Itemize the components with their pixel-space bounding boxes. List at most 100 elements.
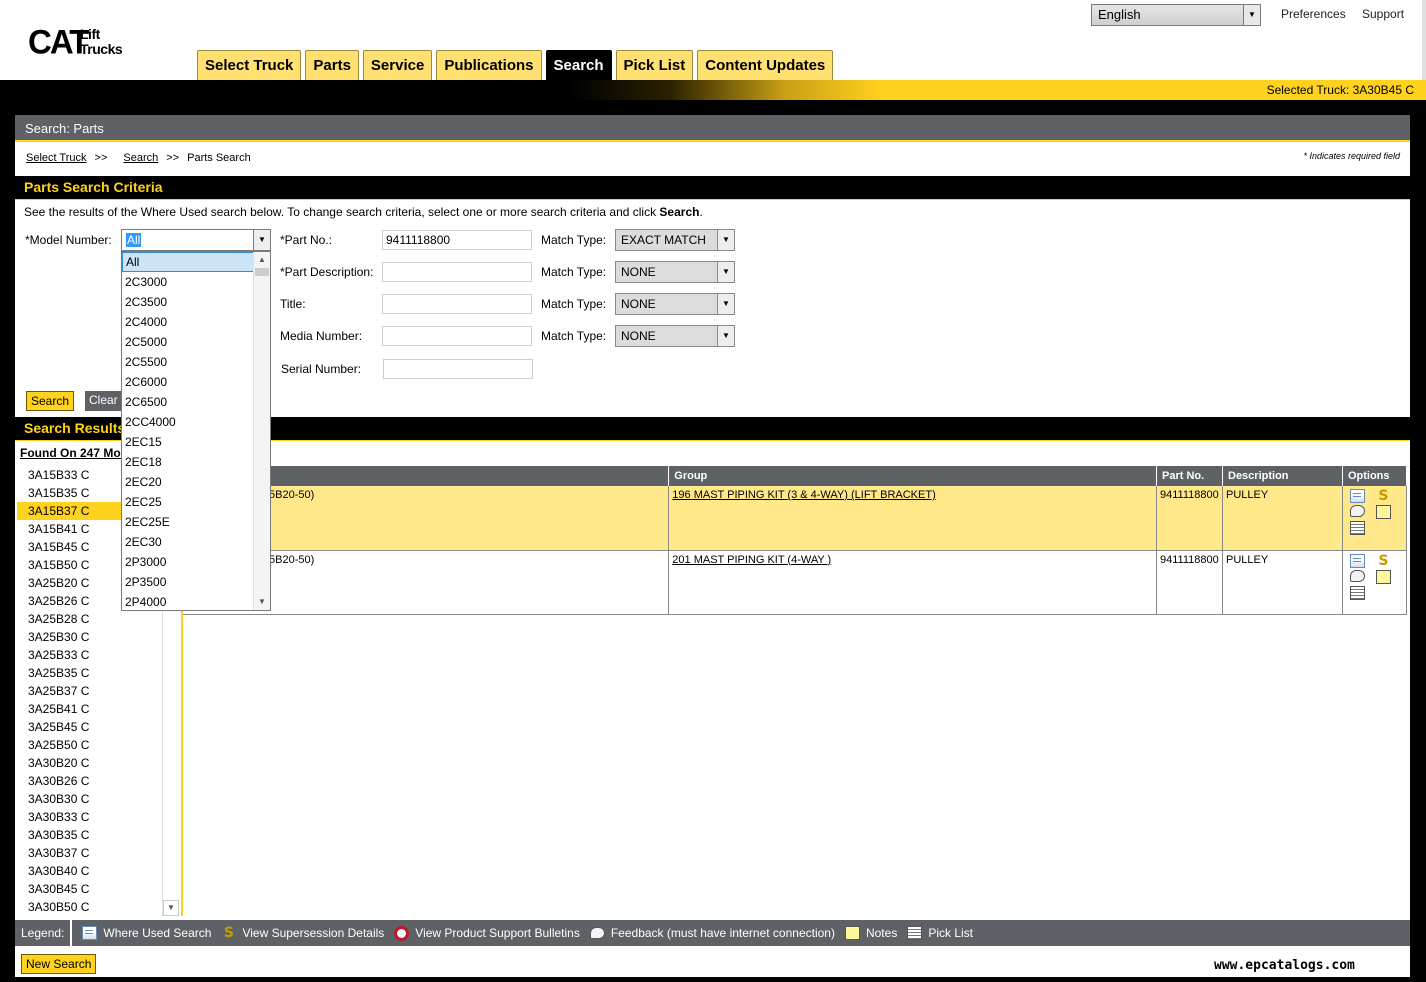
dropdown-option[interactable]: 2P3000 bbox=[122, 552, 254, 572]
watermark: www.epcatalogs.com bbox=[1214, 958, 1355, 973]
match-type-value: NONE bbox=[621, 265, 656, 279]
clear-button[interactable]: Clear bbox=[85, 391, 122, 411]
part-no-match-type-select[interactable]: EXACT MATCH ▼ bbox=[615, 229, 735, 251]
criteria-intro: See the results of the Where Used search… bbox=[24, 205, 703, 219]
chevron-down-icon: ▼ bbox=[717, 230, 734, 250]
part-no-column-header: Part No. bbox=[1156, 466, 1223, 486]
legend-text: View Product Support Bulletins bbox=[415, 926, 580, 940]
pick-list-icon[interactable] bbox=[1349, 521, 1365, 535]
support-link[interactable]: Support bbox=[1362, 7, 1404, 21]
tab-parts[interactable]: Parts bbox=[305, 50, 359, 80]
feedback-icon[interactable] bbox=[1349, 505, 1365, 517]
legend-item: Where Used Search bbox=[82, 926, 211, 940]
description-cell: PULLEY bbox=[1222, 550, 1343, 615]
dropdown-option[interactable]: 2P3500 bbox=[122, 572, 254, 592]
criteria-heading: Parts Search Criteria bbox=[15, 176, 1410, 200]
dropdown-option[interactable]: 2C5000 bbox=[122, 332, 254, 352]
search-button[interactable]: Search bbox=[26, 391, 75, 411]
title-match-type-select[interactable]: NONE ▼ bbox=[615, 293, 735, 315]
group-cell: 201 MAST PIPING KIT (4-WAY ) bbox=[668, 550, 1158, 615]
model-list-item[interactable]: 3A25B50 C bbox=[17, 736, 178, 754]
model-list-item[interactable]: 3A30B37 C bbox=[17, 844, 178, 862]
breadcrumb-select-truck[interactable]: Select Truck bbox=[26, 152, 87, 164]
dropdown-option[interactable]: 2C5500 bbox=[122, 352, 254, 372]
chevron-down-icon: ▼ bbox=[717, 262, 734, 282]
part-no-input[interactable]: 9411118800 bbox=[382, 230, 532, 250]
model-list-item[interactable]: 3A30B45 C bbox=[17, 880, 178, 898]
feedback-icon[interactable] bbox=[1349, 569, 1365, 582]
tab-publications[interactable]: Publications bbox=[436, 50, 542, 80]
dropdown-option[interactable]: All bbox=[122, 252, 254, 272]
dropdown-option[interactable]: 2C6000 bbox=[122, 372, 254, 392]
dropdown-option[interactable]: 2C3500 bbox=[122, 292, 254, 312]
model-list-item[interactable]: 3A25B28 C bbox=[17, 610, 178, 628]
chevron-down-icon: ▼ bbox=[717, 294, 734, 314]
model-list-item[interactable]: 3A25B45 C bbox=[17, 718, 178, 736]
dropdown-option[interactable]: 2C4000 bbox=[122, 312, 254, 332]
breadcrumb-search[interactable]: Search bbox=[123, 152, 158, 164]
new-search-button[interactable]: New Search bbox=[21, 954, 97, 974]
dropdown-option[interactable]: 2EC30 bbox=[122, 532, 254, 552]
dropdown-option[interactable]: 2P4000 bbox=[122, 592, 254, 610]
options-cell: S bbox=[1342, 550, 1408, 615]
model-list-item[interactable]: 3A30B33 C bbox=[17, 808, 178, 826]
tab-content-updates[interactable]: Content Updates bbox=[697, 50, 834, 80]
model-list-item[interactable]: 3A30B26 C bbox=[17, 772, 178, 790]
options-column-header: Options bbox=[1342, 466, 1408, 486]
chevron-down-icon: ▼ bbox=[717, 326, 734, 346]
where-used-icon[interactable] bbox=[1349, 553, 1365, 568]
notes-icon[interactable] bbox=[1375, 569, 1391, 584]
where-used-icon bbox=[82, 926, 98, 940]
dropdown-option[interactable]: 2EC25 bbox=[122, 492, 254, 512]
scroll-down-icon[interactable]: ▼ bbox=[163, 900, 179, 916]
media-match-type-select[interactable]: NONE ▼ bbox=[615, 325, 735, 347]
media-number-input[interactable] bbox=[382, 326, 532, 346]
model-list-item[interactable]: 3A30B30 C bbox=[17, 790, 178, 808]
notes-icon[interactable] bbox=[1375, 505, 1391, 519]
pick-list-icon[interactable] bbox=[1349, 585, 1365, 600]
serial-number-label: Serial Number: bbox=[281, 362, 362, 376]
scroll-down-icon[interactable]: ▼ bbox=[254, 594, 270, 610]
media-number-label: Media Number: bbox=[280, 329, 363, 343]
where-used-icon[interactable] bbox=[1349, 489, 1365, 503]
model-list-item[interactable]: 3A25B35 C bbox=[17, 664, 178, 682]
scroll-up-icon[interactable]: ▲ bbox=[254, 252, 270, 268]
dropdown-option[interactable]: 2C3000 bbox=[122, 272, 254, 292]
model-list-item[interactable]: 3A25B37 C bbox=[17, 682, 178, 700]
tab-search[interactable]: Search bbox=[545, 50, 612, 80]
group-link[interactable]: 196 MAST PIPING KIT (3 & 4-WAY) (LIFT BR… bbox=[672, 489, 935, 501]
model-list-item[interactable]: 3A30B20 C bbox=[17, 754, 178, 772]
model-list-item[interactable]: 3A30B40 C bbox=[17, 862, 178, 880]
model-list-item[interactable]: 3A25B30 C bbox=[17, 628, 178, 646]
dropdown-scrollbar[interactable]: ▲ ▼ bbox=[253, 252, 270, 610]
dropdown-option[interactable]: 2EC15 bbox=[122, 432, 254, 452]
model-list-item[interactable]: 3A30B35 C bbox=[17, 826, 178, 844]
preferences-link[interactable]: Preferences bbox=[1281, 7, 1346, 21]
model-list-item[interactable]: 3A25B33 C bbox=[17, 646, 178, 664]
supersession-icon[interactable]: S bbox=[1376, 554, 1391, 568]
dropdown-option[interactable]: 2EC20 bbox=[122, 472, 254, 492]
language-select[interactable]: English ▼ bbox=[1091, 4, 1261, 26]
header-bar bbox=[0, 80, 1426, 100]
scroll-thumb[interactable] bbox=[255, 268, 269, 276]
title-input[interactable] bbox=[382, 294, 532, 314]
legend-text: Notes bbox=[865, 926, 898, 940]
group-link[interactable]: 201 MAST PIPING KIT (4-WAY ) bbox=[672, 554, 831, 566]
dropdown-option[interactable]: 2CC4000 bbox=[122, 412, 254, 432]
supersession-icon[interactable]: S bbox=[1376, 489, 1391, 503]
tab-service[interactable]: Service bbox=[362, 50, 433, 80]
dropdown-option[interactable]: 2C6500 bbox=[122, 392, 254, 412]
legend-text: Feedback (must have internet connection) bbox=[610, 926, 835, 940]
tab-pick-list[interactable]: Pick List bbox=[615, 50, 694, 80]
description-match-type-select[interactable]: NONE ▼ bbox=[615, 261, 735, 283]
model-number-select[interactable]: All ▼ bbox=[121, 229, 271, 251]
dropdown-option[interactable]: 2EC25E bbox=[122, 512, 254, 532]
tab-select-truck[interactable]: Select Truck bbox=[197, 50, 302, 80]
match-type-label: Match Type: bbox=[541, 297, 607, 311]
model-list-item[interactable]: 3A25B41 C bbox=[17, 700, 178, 718]
dropdown-option[interactable]: 2EC18 bbox=[122, 452, 254, 472]
part-description-input[interactable] bbox=[382, 262, 532, 282]
serial-number-input[interactable] bbox=[383, 359, 533, 379]
model-list-item[interactable]: 3A30B50 C bbox=[17, 898, 178, 916]
legend-text: Where Used Search bbox=[103, 926, 212, 940]
